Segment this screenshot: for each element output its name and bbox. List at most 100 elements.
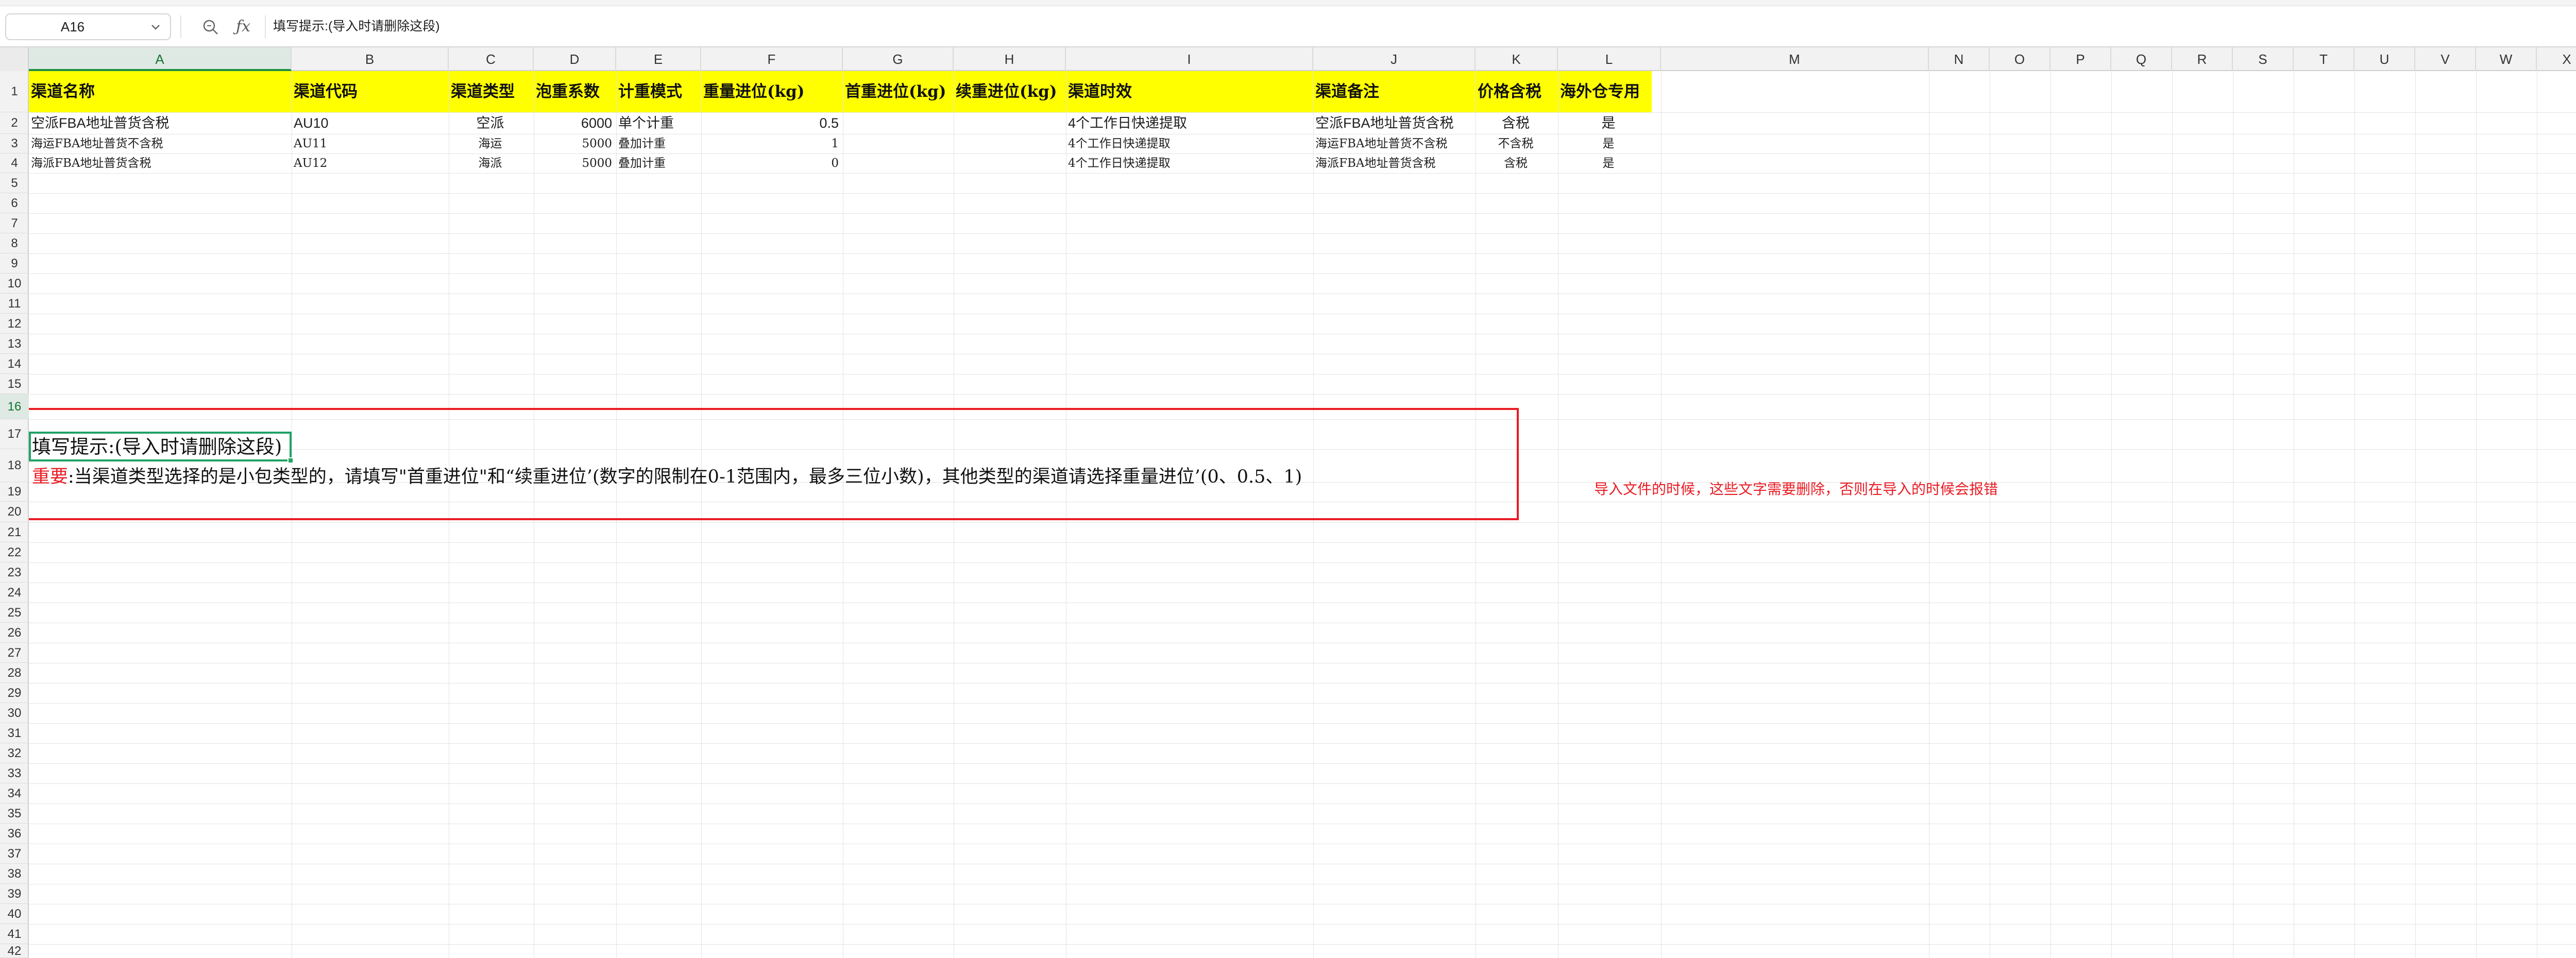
column-header-m[interactable]: M bbox=[1661, 47, 1929, 71]
header-cell-b[interactable]: 渠道代码 bbox=[294, 71, 447, 112]
row-header-39[interactable]: 39 bbox=[0, 884, 29, 904]
row-header-27[interactable]: 27 bbox=[0, 643, 29, 663]
cell-d3[interactable]: 5000 bbox=[536, 134, 612, 153]
cell-c4[interactable]: 海派 bbox=[451, 153, 530, 173]
column-header-t[interactable]: T bbox=[2294, 47, 2354, 71]
function-icon[interactable]: ƒx bbox=[236, 16, 258, 37]
cell-i3[interactable]: 4个工作日快递提取 bbox=[1068, 134, 1309, 153]
hint-body[interactable]: 重要:当渠道类型选择的是小包类型的，请填写"首重进位"和“续重进位’(数字的限制… bbox=[32, 464, 1302, 490]
column-header-v[interactable]: V bbox=[2415, 47, 2476, 71]
fill-handle[interactable] bbox=[287, 457, 294, 464]
column-header-i[interactable]: I bbox=[1066, 47, 1313, 71]
row-header-3[interactable]: 3 bbox=[0, 134, 29, 153]
side-note[interactable]: 导入文件的时候，这些文字需要删除，否则在导入的时候会报错 bbox=[1594, 479, 1998, 500]
column-header-f[interactable]: F bbox=[701, 47, 843, 71]
row-header-24[interactable]: 24 bbox=[0, 583, 29, 603]
column-header-q[interactable]: Q bbox=[2111, 47, 2172, 71]
cell-b2[interactable]: AU10 bbox=[294, 112, 445, 134]
cell-k2[interactable]: 含税 bbox=[1478, 112, 1554, 134]
row-header-33[interactable]: 33 bbox=[0, 763, 29, 783]
cell-i2[interactable]: 4个工作日快递提取 bbox=[1068, 112, 1309, 134]
row-header-35[interactable]: 35 bbox=[0, 803, 29, 824]
column-header-u[interactable]: U bbox=[2354, 47, 2415, 71]
column-header-a[interactable]: A bbox=[29, 47, 292, 71]
row-header-28[interactable]: 28 bbox=[0, 663, 29, 683]
row-header-21[interactable]: 21 bbox=[0, 522, 29, 542]
header-cell-e[interactable]: 计重模式 bbox=[618, 71, 699, 112]
column-header-k[interactable]: K bbox=[1476, 47, 1558, 71]
header-cell-k[interactable]: 价格含税 bbox=[1478, 71, 1556, 112]
row-header-9[interactable]: 9 bbox=[0, 253, 29, 273]
row-header-5[interactable]: 5 bbox=[0, 173, 29, 193]
cell-i4[interactable]: 4个工作日快递提取 bbox=[1068, 153, 1309, 173]
cell-a2[interactable]: 空派FBA地址普货含税 bbox=[31, 112, 287, 134]
column-header-b[interactable]: B bbox=[292, 47, 449, 71]
cell-l2[interactable]: 是 bbox=[1560, 112, 1657, 134]
row-header-17[interactable]: 17 bbox=[0, 419, 29, 449]
cell-j2[interactable]: 空派FBA地址普货含税 bbox=[1315, 112, 1471, 134]
row-header-20[interactable]: 20 bbox=[0, 502, 29, 522]
row-header-25[interactable]: 25 bbox=[0, 603, 29, 623]
cell-g2[interactable] bbox=[845, 112, 950, 134]
column-header-s[interactable]: S bbox=[2233, 47, 2294, 71]
name-box-value[interactable]: A16 bbox=[6, 14, 139, 39]
column-header-w[interactable]: W bbox=[2476, 47, 2537, 71]
column-header-h[interactable]: H bbox=[954, 47, 1066, 71]
row-header-13[interactable]: 13 bbox=[0, 334, 29, 354]
cell-e3[interactable]: 叠加计重 bbox=[618, 134, 697, 153]
cell-j4[interactable]: 海派FBA地址普货含税 bbox=[1315, 153, 1471, 173]
row-header-38[interactable]: 38 bbox=[0, 864, 29, 884]
cell-h3[interactable] bbox=[956, 134, 1062, 153]
row-header-2[interactable]: 2 bbox=[0, 112, 29, 134]
cell-area[interactable]: 渠道名称 渠道代码 渠道类型 泡重系数 计重模式 重量进位(kg) 首重进位(kg) 续重进位… bbox=[29, 71, 2576, 958]
row-header-14[interactable]: 14 bbox=[0, 354, 29, 374]
row-header-40[interactable]: 40 bbox=[0, 904, 29, 924]
cell-k4[interactable]: 含税 bbox=[1478, 153, 1554, 173]
cell-e2[interactable]: 单个计重 bbox=[618, 112, 697, 134]
column-header-c[interactable]: C bbox=[449, 47, 534, 71]
row-header-31[interactable]: 31 bbox=[0, 723, 29, 743]
header-cell-j[interactable]: 渠道备注 bbox=[1315, 71, 1473, 112]
row-header-37[interactable]: 37 bbox=[0, 844, 29, 864]
column-header-x[interactable]: X bbox=[2537, 47, 2576, 71]
row-header-7[interactable]: 7 bbox=[0, 213, 29, 233]
header-cell-d[interactable]: 泡重系数 bbox=[536, 71, 614, 112]
row-header-23[interactable]: 23 bbox=[0, 562, 29, 583]
row-header-12[interactable]: 12 bbox=[0, 314, 29, 334]
cell-b4[interactable]: AU12 bbox=[294, 153, 445, 173]
header-cell-l[interactable]: 海外仓专用 bbox=[1560, 71, 1659, 112]
cell-f4[interactable]: 0 bbox=[703, 153, 839, 173]
row-header-19[interactable]: 19 bbox=[0, 482, 29, 502]
column-header-l[interactable]: L bbox=[1558, 47, 1661, 71]
row-header-29[interactable]: 29 bbox=[0, 683, 29, 703]
column-header-j[interactable]: J bbox=[1313, 47, 1476, 71]
column-header-r[interactable]: R bbox=[2172, 47, 2233, 71]
hint-title[interactable]: 填写提示:(导入时请删除这段) bbox=[32, 434, 282, 460]
row-header-26[interactable]: 26 bbox=[0, 623, 29, 643]
column-header-o[interactable]: O bbox=[1990, 47, 2050, 71]
name-box[interactable]: A16 bbox=[5, 13, 171, 40]
row-header-36[interactable]: 36 bbox=[0, 824, 29, 844]
cell-l3[interactable]: 是 bbox=[1560, 134, 1657, 153]
cell-d2[interactable]: 6000 bbox=[536, 112, 612, 134]
cell-g4[interactable] bbox=[845, 153, 950, 173]
cell-k3[interactable]: 不含税 bbox=[1478, 134, 1554, 153]
cell-b3[interactable]: AU11 bbox=[294, 134, 445, 153]
column-header-n[interactable]: N bbox=[1929, 47, 1990, 71]
row-header-30[interactable]: 30 bbox=[0, 703, 29, 723]
row-header-18[interactable]: 18 bbox=[0, 449, 29, 482]
row-header-42[interactable]: 42 bbox=[0, 944, 29, 958]
row-header-16[interactable]: 16 bbox=[0, 394, 29, 419]
header-cell-a[interactable]: 渠道名称 bbox=[31, 71, 290, 112]
cell-l4[interactable]: 是 bbox=[1560, 153, 1657, 173]
cell-j3[interactable]: 海运FBA地址普货不含税 bbox=[1315, 134, 1471, 153]
row-header-4[interactable]: 4 bbox=[0, 153, 29, 173]
row-header-22[interactable]: 22 bbox=[0, 542, 29, 562]
cell-e4[interactable]: 叠加计重 bbox=[618, 153, 697, 173]
cell-a4[interactable]: 海派FBA地址普货含税 bbox=[31, 153, 287, 173]
header-cell-h[interactable]: 续重进位(kg) bbox=[956, 71, 1064, 112]
column-header-e[interactable]: E bbox=[616, 47, 701, 71]
header-cell-g[interactable]: 首重进位(kg) bbox=[845, 71, 952, 112]
cell-h4[interactable] bbox=[956, 153, 1062, 173]
row-header-6[interactable]: 6 bbox=[0, 193, 29, 213]
